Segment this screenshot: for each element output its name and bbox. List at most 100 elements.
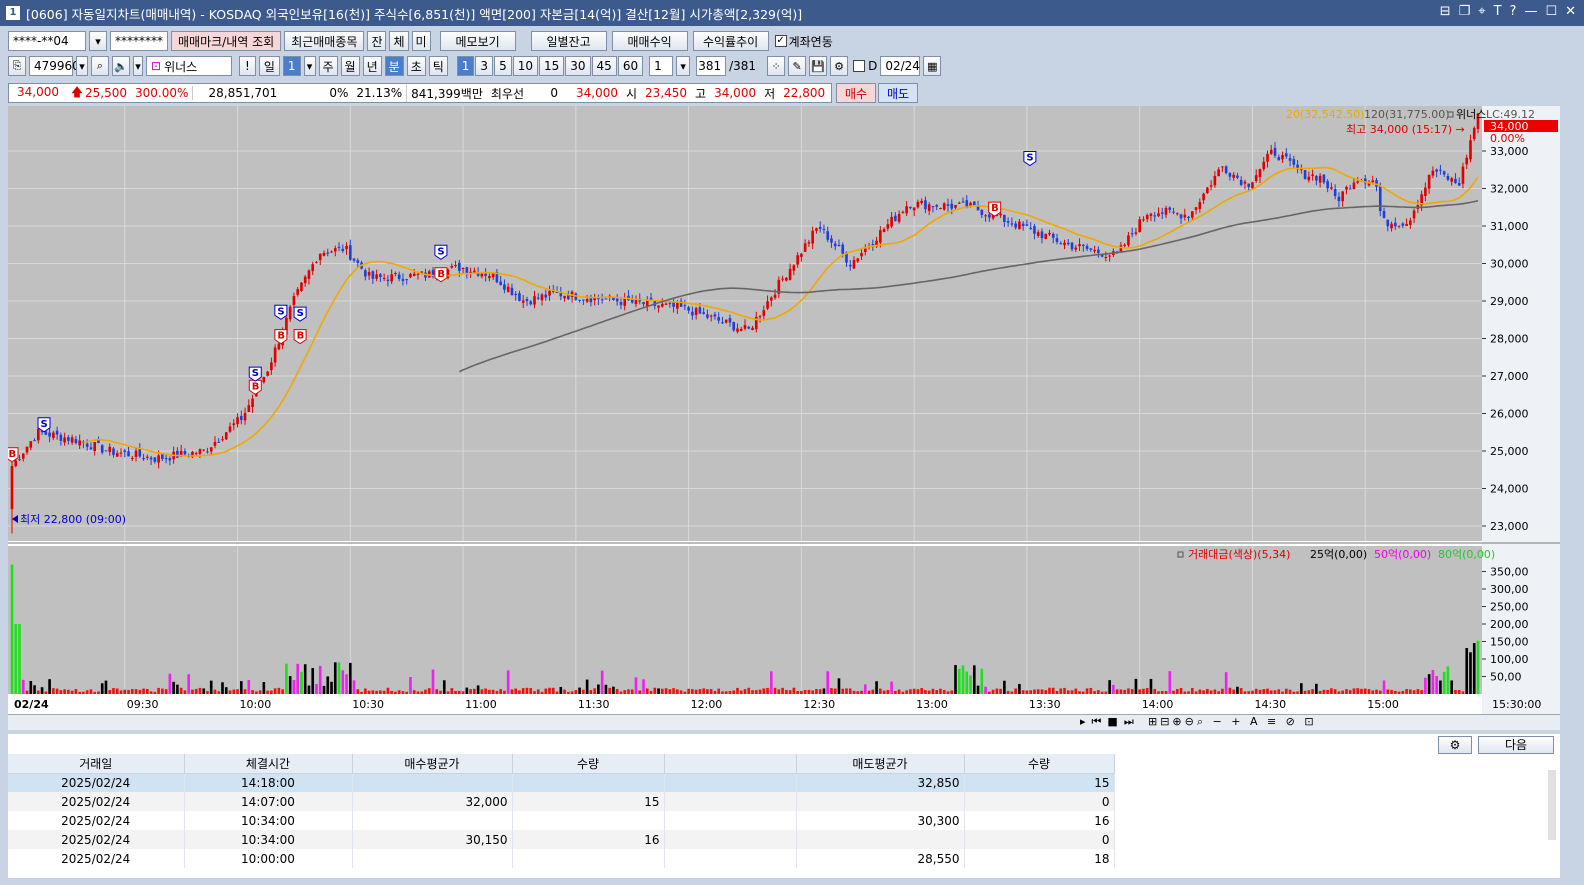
interval-15[interactable]: 15 bbox=[538, 56, 565, 76]
buy-button[interactable]: 매수 bbox=[836, 83, 876, 103]
column-header[interactable]: 수량 bbox=[512, 754, 665, 774]
volume-bar bbox=[198, 687, 202, 694]
volume-bar bbox=[390, 690, 393, 694]
mark-query-button[interactable]: 매매마크/내역 조회 bbox=[171, 31, 282, 51]
table-scrollbar[interactable] bbox=[1548, 770, 1556, 840]
date-input[interactable]: 02/24 bbox=[880, 56, 921, 76]
interval-5[interactable]: 5 bbox=[494, 56, 512, 76]
minimize-icon[interactable]: — bbox=[1524, 4, 1537, 19]
password-input[interactable]: ******** bbox=[110, 31, 168, 51]
trade-profit-button[interactable]: 매매수익 bbox=[611, 31, 688, 51]
interval-10[interactable]: 10 bbox=[512, 56, 538, 76]
volume-bar bbox=[1236, 686, 1239, 694]
dots-icon[interactable]: ⁘ bbox=[767, 56, 786, 76]
volume-bar bbox=[563, 689, 566, 694]
account-link-checkbox[interactable]: ✓ 계좌연동 bbox=[774, 33, 833, 50]
scroll-controls-icon[interactable]: ▸⏮■⏭ bbox=[1080, 715, 1140, 729]
settings-icon[interactable]: ⚙ bbox=[830, 56, 849, 76]
candle-body bbox=[352, 258, 356, 261]
bar-count-input[interactable]: 381 bbox=[696, 56, 727, 76]
candle-body bbox=[153, 457, 157, 462]
close-icon[interactable]: ✕ bbox=[1565, 4, 1576, 19]
pin-icon[interactable]: ⌖ bbox=[1478, 4, 1485, 19]
magnifier-icon[interactable]: ⌕ bbox=[91, 56, 109, 76]
daily-balance-button[interactable]: 일별잔고 bbox=[530, 31, 607, 51]
candle-body bbox=[999, 213, 1002, 216]
unfilled-button[interactable]: 미 bbox=[411, 31, 431, 51]
volume-bar bbox=[882, 690, 886, 694]
volume-bar bbox=[1269, 690, 1273, 694]
table-cell bbox=[664, 849, 797, 868]
column-header[interactable]: 거래일 bbox=[8, 754, 185, 774]
column-header[interactable]: 매도평균가 bbox=[796, 754, 965, 774]
candle-body bbox=[521, 300, 525, 303]
next-button[interactable]: 다음 bbox=[1478, 736, 1554, 754]
speaker-dropdown-icon[interactable]: ▾ bbox=[133, 56, 143, 76]
link-icon[interactable]: ⊟ bbox=[1440, 4, 1451, 19]
balance-button[interactable]: 잔 bbox=[367, 31, 387, 51]
custom-interval-input[interactable]: 1 bbox=[649, 56, 674, 76]
font-icon[interactable]: T bbox=[1494, 4, 1502, 19]
volume-bar bbox=[360, 691, 363, 694]
period-second-button[interactable]: 초 bbox=[406, 56, 426, 76]
volume-bar bbox=[1337, 691, 1341, 694]
table-row[interactable]: 2025/02/24 10:34:00 30,150 16 0 bbox=[8, 830, 1115, 849]
interval-60[interactable]: 60 bbox=[617, 56, 644, 76]
profit-rate-button[interactable]: 수익률추이 bbox=[692, 31, 769, 51]
period-month-button[interactable]: 월 bbox=[340, 56, 360, 76]
stock-chart[interactable]: 33,000 32,000 31,000 30,000 29,000 28,000 27,0… bbox=[8, 106, 1560, 714]
candle-body bbox=[818, 227, 822, 229]
volume-bar bbox=[1115, 689, 1119, 694]
period-year-button[interactable]: 년 bbox=[362, 56, 382, 76]
volume-bar bbox=[1100, 691, 1104, 694]
memo-button[interactable]: 메모보기 bbox=[439, 31, 516, 51]
date-checkbox[interactable] bbox=[853, 60, 866, 72]
interval-3[interactable]: 3 bbox=[475, 56, 494, 76]
volume-bar bbox=[788, 690, 792, 694]
column-header[interactable]: 매수평균가 bbox=[352, 754, 513, 774]
volume-bar bbox=[266, 690, 269, 694]
chart-tools-icon[interactable]: ⊞⊟⊕⊖⌕ − + A ≡ ⊘ ⊡ bbox=[1148, 715, 1317, 729]
buy-mark-label: B bbox=[252, 381, 260, 392]
volume-bar bbox=[815, 688, 818, 694]
period-dropdown-icon[interactable]: ▾ bbox=[303, 56, 316, 76]
executed-button[interactable]: 체 bbox=[389, 31, 409, 51]
drawing-icon[interactable]: ✎ bbox=[788, 56, 807, 76]
period-num-select[interactable]: 1 bbox=[282, 56, 301, 76]
calendar-icon[interactable]: ▦ bbox=[923, 56, 942, 76]
stock-search-icon[interactable]: ⎘ bbox=[8, 56, 26, 76]
stock-name-field[interactable]: ⊡ 위너스 bbox=[146, 56, 232, 76]
recent-trades-button[interactable]: 최근매매종목 bbox=[284, 31, 365, 51]
column-header[interactable]: 수량 bbox=[964, 754, 1115, 774]
column-header[interactable]: 체결시간 bbox=[184, 754, 353, 774]
account-dropdown-icon[interactable]: ▾ bbox=[89, 31, 107, 51]
grid-settings-icon[interactable]: ⚙ bbox=[1438, 736, 1472, 754]
period-tick-button[interactable]: 틱 bbox=[428, 56, 448, 76]
code-dropdown-icon[interactable]: ▾ bbox=[76, 56, 88, 76]
interval-1[interactable]: 1 bbox=[456, 56, 475, 76]
table-row[interactable]: 2025/02/24 14:18:00 32,850 15 bbox=[8, 773, 1115, 792]
interval-30[interactable]: 30 bbox=[565, 56, 591, 76]
maximize-icon[interactable]: ☐ bbox=[1545, 4, 1557, 19]
alert-button[interactable]: ! bbox=[239, 56, 256, 76]
candle-body bbox=[1078, 244, 1081, 247]
volume-bar bbox=[724, 691, 728, 694]
period-day-button[interactable]: 일 bbox=[258, 56, 280, 76]
copy-icon[interactable]: ❐ bbox=[1459, 4, 1471, 19]
table-row[interactable]: 2025/02/24 14:07:00 32,000 15 0 bbox=[8, 792, 1115, 811]
help-icon[interactable]: ? bbox=[1510, 4, 1517, 19]
period-week-button[interactable]: 주 bbox=[318, 56, 338, 76]
table-row[interactable]: 2025/02/24 10:34:00 30,300 16 bbox=[8, 811, 1115, 830]
speaker-icon[interactable]: 🔈 bbox=[112, 56, 130, 76]
stock-code-input[interactable]: 479960 bbox=[29, 56, 80, 76]
sell-button[interactable]: 매도 bbox=[878, 83, 918, 103]
account-input[interactable]: ****-**04 bbox=[8, 31, 86, 51]
table-row[interactable]: 2025/02/24 10:00:00 28,550 18 bbox=[8, 849, 1115, 868]
chart-area[interactable]: 33,000 32,000 31,000 30,000 29,000 28,000 27,0… bbox=[8, 106, 1560, 718]
interval-45[interactable]: 45 bbox=[591, 56, 617, 76]
interval-dropdown-icon[interactable]: ▾ bbox=[676, 56, 691, 76]
column-header[interactable] bbox=[664, 754, 797, 774]
save-icon[interactable]: 💾 bbox=[809, 56, 828, 76]
period-minute-button[interactable]: 분 bbox=[384, 56, 404, 76]
sell-mark-label: S bbox=[277, 306, 284, 317]
